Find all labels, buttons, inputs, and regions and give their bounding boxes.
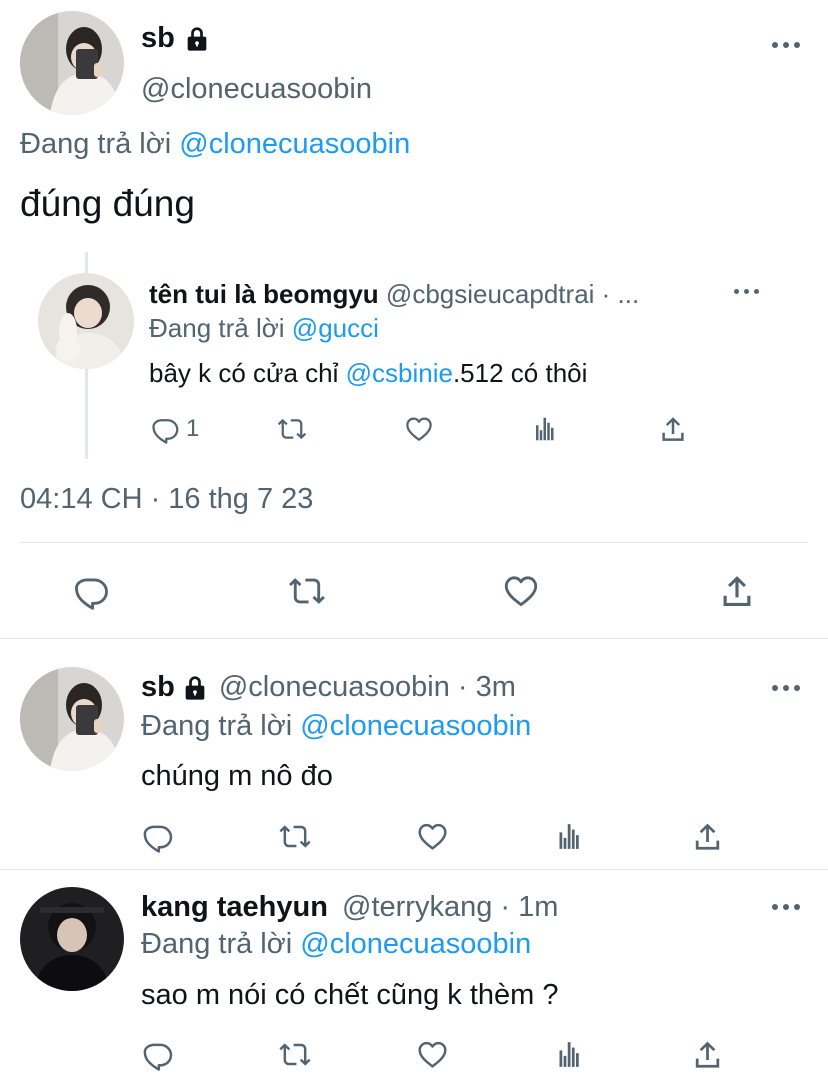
reply-reply-button[interactable]: [141, 820, 174, 853]
quoted-replying-prefix: Đang trả lời: [149, 313, 285, 343]
like-icon: [416, 820, 449, 853]
reply-more-options-icon[interactable]: [772, 904, 800, 910]
reply-text: chúng m nô đo: [141, 760, 333, 792]
quoted-text-before: bây k có cửa chỉ: [149, 358, 339, 388]
reply-views-button[interactable]: [554, 1038, 587, 1071]
reply-share-button[interactable]: [691, 820, 724, 853]
reply-replying-to-mention[interactable]: @clonecuasoobin: [300, 710, 531, 742]
retweet-icon: [277, 820, 313, 853]
avatar[interactable]: [20, 11, 124, 115]
reply-text: sao m nói có chết cũng k thèm ?: [141, 979, 559, 1011]
views-icon: [554, 1038, 587, 1071]
reply-handle-meta[interactable]: @terrykang · 1m: [342, 891, 558, 923]
share-icon: [691, 820, 724, 853]
reply-icon: [150, 414, 180, 444]
lock-icon: [181, 674, 209, 702]
divider: [20, 542, 808, 543]
replying-to-mention[interactable]: @clonecuasoobin: [179, 128, 410, 160]
reply-replying-prefix: Đang trả lời: [141, 928, 293, 960]
quoted-reply-count: 1: [186, 415, 200, 442]
retweet-button[interactable]: [286, 572, 328, 610]
quoted-share-button[interactable]: [658, 414, 688, 444]
reply-avatar-photo: [20, 887, 124, 991]
display-name[interactable]: sb: [141, 22, 175, 55]
reply-replying-prefix: Đang trả lời: [141, 710, 293, 742]
divider: [0, 869, 828, 870]
reply-avatar[interactable]: [20, 667, 124, 771]
quoted-retweet-button[interactable]: [276, 414, 308, 444]
reply-replying-to-mention[interactable]: @clonecuasoobin: [300, 928, 531, 960]
reply-share-button[interactable]: [691, 1038, 724, 1071]
quoted-views-button[interactable]: [531, 414, 561, 444]
quoted-text-mention[interactable]: @csbinie: [346, 358, 453, 388]
quoted-like-button[interactable]: [404, 414, 434, 444]
share-icon: [718, 572, 756, 610]
share-icon: [691, 1038, 724, 1071]
reply-retweet-button[interactable]: [277, 1038, 313, 1071]
handle[interactable]: @clonecuasoobin: [141, 73, 372, 106]
reply-like-button[interactable]: [416, 1038, 449, 1071]
like-icon: [416, 1038, 449, 1071]
reply-more-options-icon[interactable]: [772, 685, 800, 691]
reply-display-name[interactable]: sb: [141, 671, 175, 704]
divider: [0, 638, 828, 639]
reply-handle-meta[interactable]: @clonecuasoobin · 3m: [219, 671, 516, 704]
views-icon: [554, 820, 587, 853]
quoted-avatar[interactable]: [38, 273, 134, 369]
quoted-reply-button[interactable]: 1: [150, 414, 199, 444]
quoted-replying-to-mention[interactable]: @gucci: [292, 313, 379, 343]
reply-views-button[interactable]: [554, 820, 587, 853]
like-button[interactable]: [502, 572, 540, 610]
tweet-text: đúng đúng: [20, 183, 195, 224]
reply-icon: [72, 572, 110, 610]
avatar-photo: [20, 11, 124, 115]
quoted-more-options-icon[interactable]: [734, 289, 759, 294]
tweet-timestamp[interactable]: 04:14 CH · 16 thg 7 23: [20, 483, 313, 516]
share-button[interactable]: [718, 572, 756, 610]
reply-retweet-button[interactable]: [277, 820, 313, 853]
retweet-icon: [276, 414, 308, 444]
replying-prefix: Đang trả lời: [20, 128, 172, 160]
reply-icon: [141, 820, 174, 853]
quoted-avatar-photo: [38, 273, 134, 369]
lock-icon: [183, 25, 211, 53]
views-icon: [531, 414, 561, 444]
share-icon: [658, 414, 688, 444]
reply-reply-button[interactable]: [141, 1038, 174, 1071]
reply-display-name[interactable]: kang taehyun: [141, 891, 328, 923]
quoted-handle-meta[interactable]: @cbgsieucapdtrai · ...: [386, 279, 639, 309]
like-icon: [404, 414, 434, 444]
quoted-text-after: .512 có thôi: [452, 358, 588, 388]
quoted-display-name[interactable]: tên tui là beomgyu: [149, 279, 379, 309]
reply-avatar-photo: [20, 667, 124, 771]
reply-avatar[interactable]: [20, 887, 124, 991]
reply-button[interactable]: [72, 572, 110, 610]
reply-like-button[interactable]: [416, 820, 449, 853]
like-icon: [502, 572, 540, 610]
reply-icon: [141, 1038, 174, 1071]
more-options-icon[interactable]: [772, 42, 800, 48]
retweet-icon: [277, 1038, 313, 1071]
retweet-icon: [286, 572, 328, 610]
